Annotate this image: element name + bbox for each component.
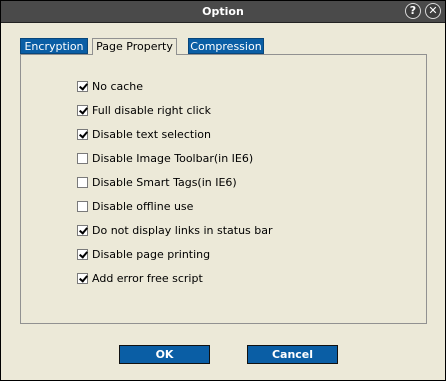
option-dialog: Option ? ✕ Encryption Page Property Comp… — [0, 0, 446, 381]
checkbox[interactable] — [77, 129, 88, 140]
page-property-panel: No cache Full disable right click Disabl… — [20, 54, 427, 324]
checkbox[interactable] — [77, 249, 88, 260]
close-icon[interactable]: ✕ — [425, 3, 441, 19]
option-label: Add error free script — [92, 272, 203, 285]
checkbox[interactable] — [77, 153, 88, 164]
option-label: Do not display links in status bar — [92, 224, 273, 237]
title-bar[interactable]: Option ? ✕ — [1, 1, 445, 23]
checkbox[interactable] — [77, 105, 88, 116]
option-label: Disable Smart Tags(in IE6) — [92, 176, 237, 189]
option-label: Disable page printing — [92, 248, 211, 261]
window-title: Option — [202, 5, 244, 18]
tab-encryption[interactable]: Encryption — [20, 38, 88, 54]
checkbox[interactable] — [77, 225, 88, 236]
checkbox[interactable] — [77, 273, 88, 284]
option-label: Disable text selection — [92, 128, 211, 141]
option-label: No cache — [92, 80, 144, 93]
tab-compression[interactable]: Compression — [188, 38, 264, 54]
option-label: Disable Image Toolbar(in IE6) — [92, 152, 254, 165]
cancel-button[interactable]: Cancel — [247, 345, 338, 364]
ok-button[interactable]: OK — [119, 345, 210, 364]
help-icon[interactable]: ? — [405, 3, 421, 19]
checkbox[interactable] — [77, 177, 88, 188]
option-label: Full disable right click — [92, 104, 212, 117]
checkbox[interactable] — [77, 201, 88, 212]
option-label: Disable offline use — [92, 200, 194, 213]
tab-page-property[interactable]: Page Property — [92, 38, 177, 55]
checkbox[interactable] — [77, 81, 88, 92]
